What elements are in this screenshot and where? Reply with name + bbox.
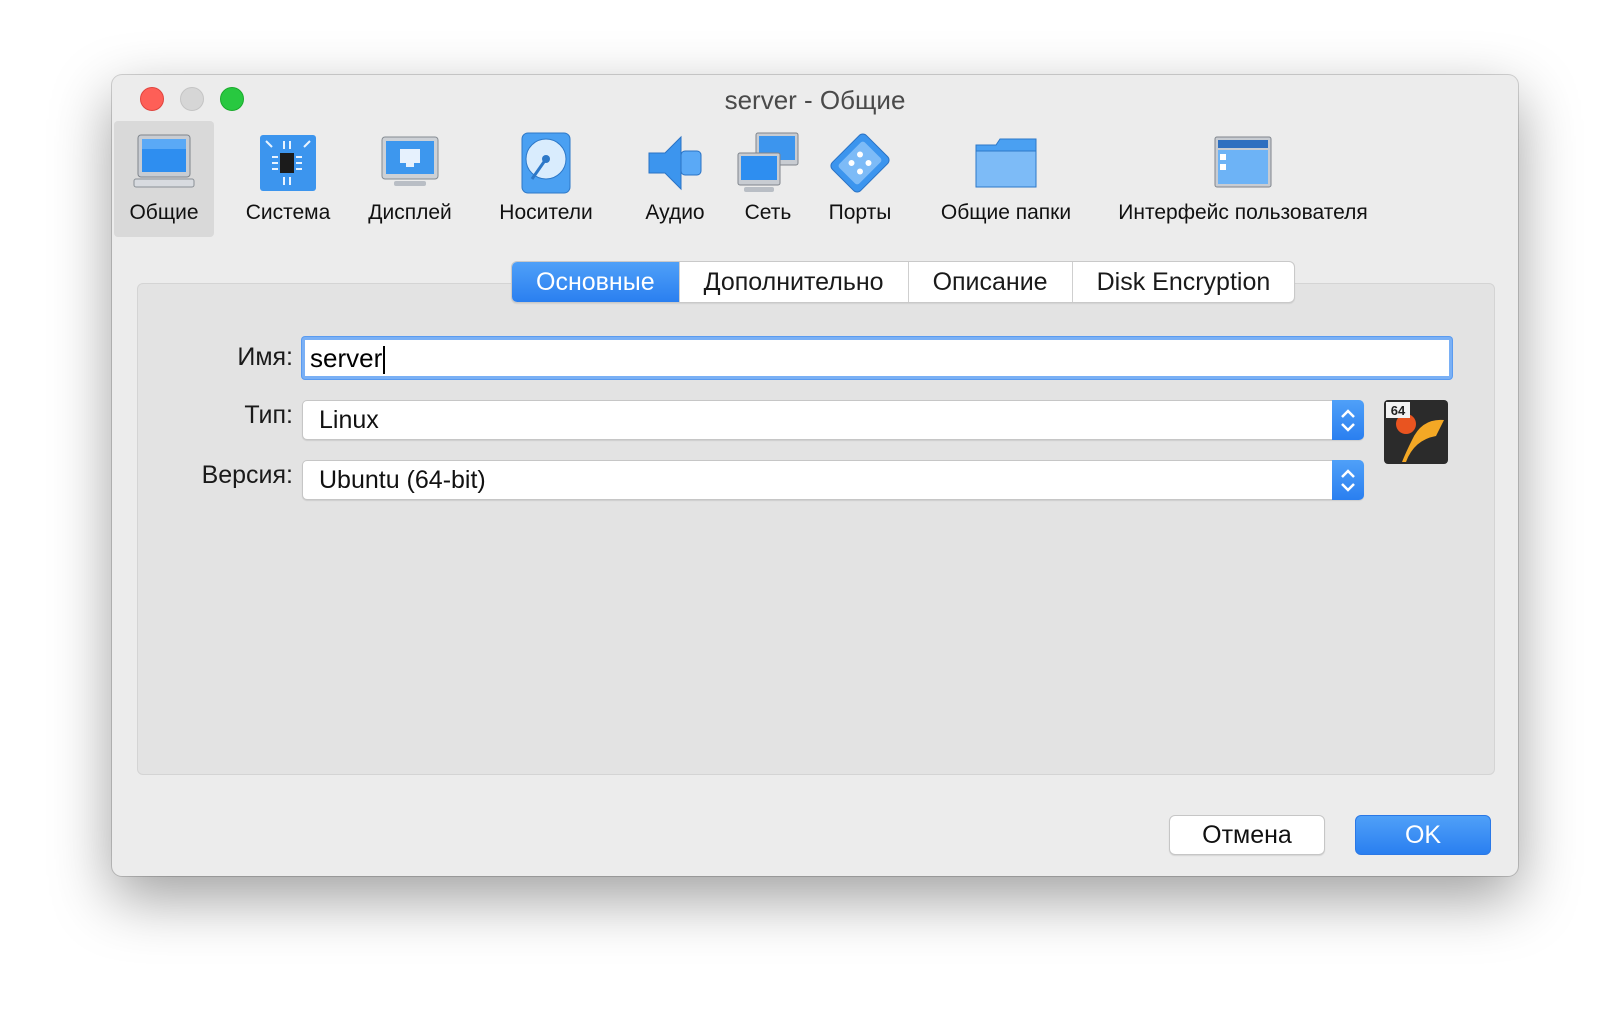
tab-description[interactable]: Описание — [907, 262, 1072, 302]
title-bar[interactable]: server - Общие — [112, 75, 1518, 121]
toolbar-label: Система — [245, 201, 331, 224]
tab-disk-encryption[interactable]: Disk Encryption — [1071, 262, 1295, 302]
network-icon — [737, 132, 799, 192]
toolbar-label: Сеть — [744, 201, 792, 224]
toolbar-item-audio[interactable]: Аудио — [624, 121, 726, 237]
cancel-button[interactable]: Отмена — [1169, 815, 1325, 855]
computer-icon — [133, 134, 195, 188]
toolbar-item-storage[interactable]: Носители — [472, 121, 620, 237]
toolbar-label: Общие — [129, 201, 199, 224]
version-select-stepper[interactable] — [1332, 460, 1364, 500]
type-label: Тип: — [244, 401, 293, 429]
type-select-stepper[interactable] — [1332, 400, 1364, 440]
name-label: Имя: — [237, 343, 293, 371]
updown-chevron-icon — [1341, 409, 1355, 432]
toolbar-label: Дисплей — [368, 201, 452, 224]
port-icon — [830, 133, 890, 193]
folder-icon — [975, 138, 1037, 188]
chip-icon — [260, 135, 316, 191]
tab-advanced[interactable]: Дополнительно — [678, 262, 908, 302]
version-label: Версия: — [201, 461, 293, 489]
name-value: server — [310, 343, 383, 373]
window-title: server - Общие — [724, 85, 906, 115]
settings-window: server - Общие Общие Система Дисплей Нос… — [112, 75, 1518, 876]
disk-icon — [521, 132, 571, 194]
toolbar-item-network[interactable]: Сеть — [730, 121, 806, 237]
toolbar-item-display[interactable]: Дисплей — [354, 121, 466, 237]
toolbar-label: Аудио — [645, 201, 705, 224]
type-select[interactable]: Linux — [302, 400, 1364, 440]
updown-chevron-icon — [1341, 469, 1355, 492]
toolbar-item-general[interactable]: Общие — [114, 121, 214, 237]
tab-basic[interactable]: Основные — [512, 262, 679, 302]
ubuntu-os-icon: 64 — [1384, 400, 1448, 464]
toolbar-item-system[interactable]: Система — [224, 121, 352, 237]
tab-bar: Основные Дополнительно Описание Disk Enc… — [511, 261, 1296, 303]
toolbar-label: Порты — [828, 201, 892, 224]
toolbar-label: Интерфейс пользователя — [1118, 201, 1368, 224]
toolbar-label: Общие папки — [940, 201, 1072, 224]
type-value: Linux — [319, 406, 379, 434]
window-icon — [1214, 136, 1272, 188]
toolbar-item-user-interface[interactable]: Интерфейс пользователя — [1108, 121, 1378, 237]
text-caret — [383, 346, 386, 375]
speaker-icon — [648, 135, 702, 191]
toolbar-label: Носители — [499, 201, 593, 224]
toolbar-item-shared-folders[interactable]: Общие папки — [920, 121, 1092, 237]
os-bitness-badge: 64 — [1391, 403, 1406, 418]
toolbar-item-ports[interactable]: Порты — [812, 121, 908, 237]
display-icon — [381, 136, 439, 186]
version-value: Ubuntu (64-bit) — [319, 466, 486, 494]
name-field[interactable]: server — [302, 337, 1452, 379]
settings-toolbar: Общие Система Дисплей Носители Аудио Сет… — [112, 121, 1518, 237]
ok-button[interactable]: OK — [1355, 815, 1491, 855]
version-select[interactable]: Ubuntu (64-bit) — [302, 460, 1364, 500]
